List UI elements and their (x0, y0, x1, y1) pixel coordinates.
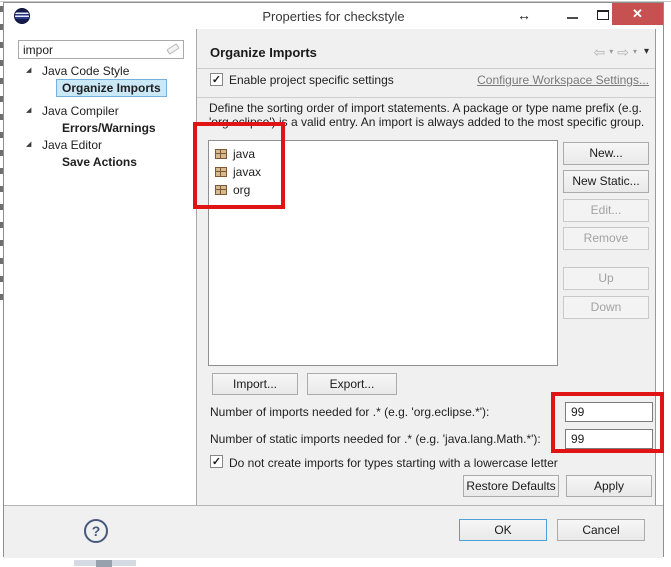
background-window-remnant (96, 560, 112, 567)
apply-button[interactable]: Apply (566, 475, 652, 497)
enable-project-settings-label: Enable project specific settings (229, 73, 394, 87)
checkmark-icon: ✓ (212, 456, 221, 468)
checkmark-icon: ✓ (212, 74, 221, 86)
close-button[interactable]: ✕ (612, 3, 663, 25)
dialog-footer: ? OK Cancel (4, 505, 663, 558)
sidebar-item-java-code-style[interactable]: Java Code Style (42, 64, 129, 78)
sidebar-item-save-actions[interactable]: Save Actions (62, 155, 137, 169)
separator (197, 97, 655, 98)
sidebar-item-java-editor[interactable]: Java Editor (42, 138, 102, 152)
title-bar: Properties for checkstyle ↔ ✕ (4, 3, 663, 29)
page-navigation: ⇦ ▾ ⇨ ▾ ▾ (593, 45, 649, 59)
minimize-button[interactable] (567, 17, 578, 19)
new-button[interactable]: New... (563, 142, 649, 165)
lowercase-types-label: Do not create imports for types starting… (229, 456, 558, 470)
sidebar-item-errors-warnings[interactable]: Errors/Warnings (62, 121, 156, 135)
back-icon[interactable]: ⇦ (593, 45, 605, 59)
filter-search-input[interactable] (18, 40, 184, 59)
filter-search-box (18, 40, 184, 59)
forward-history-dropdown-icon[interactable]: ▾ (633, 48, 637, 56)
expand-arrow-icon[interactable]: ◢ (26, 66, 31, 74)
back-history-dropdown-icon[interactable]: ▾ (609, 48, 613, 56)
ok-button[interactable]: OK (459, 519, 547, 541)
export-button[interactable]: Export... (307, 373, 397, 395)
close-icon: ✕ (632, 6, 643, 21)
help-icon: ? (92, 523, 101, 539)
forward-icon[interactable]: ⇨ (617, 45, 629, 59)
expand-arrow-icon[interactable]: ◢ (26, 106, 31, 114)
view-menu-icon[interactable]: ▾ (644, 47, 649, 57)
edit-button: Edit... (563, 199, 649, 222)
maximize-button[interactable] (597, 10, 609, 20)
enable-project-settings-checkbox[interactable]: ✓ (210, 73, 223, 86)
help-button[interactable]: ? (84, 519, 108, 543)
description-line-1: Define the sorting order of import state… (209, 101, 642, 115)
cancel-button[interactable]: Cancel (557, 519, 645, 541)
page-title: Organize Imports (210, 45, 317, 60)
window-title: Properties for checkstyle (4, 9, 663, 24)
import-button[interactable]: Import... (212, 373, 298, 395)
expand-arrow-icon[interactable]: ◢ (26, 140, 31, 148)
lowercase-types-checkbox[interactable]: ✓ (210, 455, 223, 468)
new-static-button[interactable]: New Static... (563, 170, 649, 193)
imports-needed-label: Number of imports needed for .* (e.g. 'o… (210, 405, 489, 419)
detach-window-icon[interactable]: ↔ (517, 7, 531, 23)
sidebar-item-java-compiler[interactable]: Java Compiler (42, 104, 119, 118)
down-button: Down (563, 296, 649, 319)
properties-dialog: Properties for checkstyle ↔ ✕ ◢ Java Cod… (3, 2, 664, 557)
annotation-rect-import-groups (193, 122, 285, 209)
configure-workspace-settings-link[interactable]: Configure Workspace Settings... (477, 73, 649, 87)
restore-defaults-button[interactable]: Restore Defaults (463, 475, 559, 497)
annotation-rect-import-thresholds (551, 392, 664, 453)
static-imports-needed-label: Number of static imports needed for .* (… (210, 432, 541, 446)
sidebar-item-organize-imports[interactable]: Organize Imports (56, 79, 167, 97)
up-button: Up (563, 267, 649, 290)
remove-button: Remove (563, 227, 649, 250)
separator (197, 68, 655, 69)
preferences-sidebar: ◢ Java Code Style Organize Imports ◢ Jav… (4, 29, 196, 506)
